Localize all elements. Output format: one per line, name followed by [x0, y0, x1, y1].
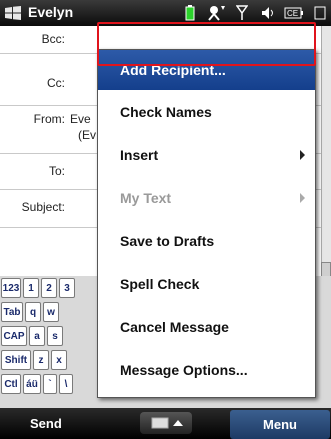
menu-item-my-text: My Text	[98, 178, 315, 218]
menu-item-insert[interactable]: Insert	[98, 135, 315, 175]
menu-item-label: Check Names	[120, 104, 212, 120]
context-menu: Add Recipient... Check Names Insert My T…	[97, 49, 316, 398]
key-backslash[interactable]: \	[59, 374, 73, 394]
cc-label: Cc:	[47, 76, 65, 90]
windows-logo-icon[interactable]	[4, 5, 22, 21]
key-ctl[interactable]: Ctl	[1, 374, 21, 394]
battery-icon[interactable]	[179, 3, 201, 23]
key-shift[interactable]: Shift	[1, 350, 31, 370]
menu-item-save-to-drafts[interactable]: Save to Drafts	[98, 221, 315, 261]
menu-item-label: My Text	[120, 190, 172, 206]
send-softkey[interactable]: Send	[30, 416, 62, 431]
key-w[interactable]: w	[43, 302, 59, 322]
menu-item-check-names[interactable]: Check Names	[98, 92, 315, 132]
subject-label: Subject:	[21, 200, 65, 214]
menu-item-spell-check[interactable]: Spell Check	[98, 264, 315, 304]
key-123[interactable]: 123	[1, 278, 21, 298]
menu-item-label: Insert	[120, 147, 159, 163]
bcc-label: Bcc:	[41, 32, 65, 46]
status-icons: CE	[179, 3, 331, 23]
key-3[interactable]: 3	[59, 278, 75, 298]
keyboard-icon	[151, 417, 183, 429]
key-1[interactable]: 1	[23, 278, 39, 298]
key-accents[interactable]: áü	[23, 374, 41, 394]
signal-icon[interactable]	[231, 3, 253, 23]
key-backtick[interactable]: `	[43, 374, 57, 394]
keyboard-row-1: 123 1 2 3	[0, 276, 76, 300]
menu-softkey[interactable]: Menu	[230, 410, 330, 439]
menu-item-label: Message Options...	[120, 362, 248, 378]
key-s[interactable]: s	[47, 326, 63, 346]
menu-item-label: Spell Check	[120, 276, 200, 292]
close-icon[interactable]	[309, 3, 331, 23]
menu-item-cancel-message[interactable]: Cancel Message	[98, 307, 315, 347]
submenu-arrow-icon	[300, 193, 305, 203]
key-x[interactable]: x	[51, 350, 67, 370]
selection-highlight	[97, 22, 316, 66]
submenu-arrow-icon	[300, 150, 305, 160]
keyboard-row-3: CAP a s	[0, 324, 64, 348]
menu-item-label: Cancel Message	[120, 319, 229, 335]
connectivity-icon[interactable]	[205, 3, 227, 23]
menu-item-label: Save to Drafts	[120, 233, 215, 249]
to-label: To:	[48, 164, 65, 178]
key-2[interactable]: 2	[41, 278, 57, 298]
menu-item-message-options[interactable]: Message Options...	[98, 350, 315, 390]
battery-level-icon[interactable]: CE	[283, 3, 305, 23]
from-label: From:	[33, 112, 65, 126]
key-cap[interactable]: CAP	[1, 326, 27, 346]
app-title: Evelyn	[28, 4, 74, 20]
key-q[interactable]: q	[25, 302, 41, 322]
softkey-bar: Send Menu	[0, 408, 331, 439]
keyboard-row-5: Ctl áü ` \	[0, 372, 74, 396]
key-a[interactable]: a	[29, 326, 45, 346]
svg-text:CE: CE	[287, 9, 298, 18]
volume-icon[interactable]	[257, 3, 279, 23]
input-panel-button[interactable]	[140, 412, 192, 434]
key-tab[interactable]: Tab	[1, 302, 23, 322]
key-z[interactable]: z	[33, 350, 49, 370]
keyboard-row-4: Shift z x	[0, 348, 68, 372]
keyboard-row-2: Tab q w	[0, 300, 60, 324]
